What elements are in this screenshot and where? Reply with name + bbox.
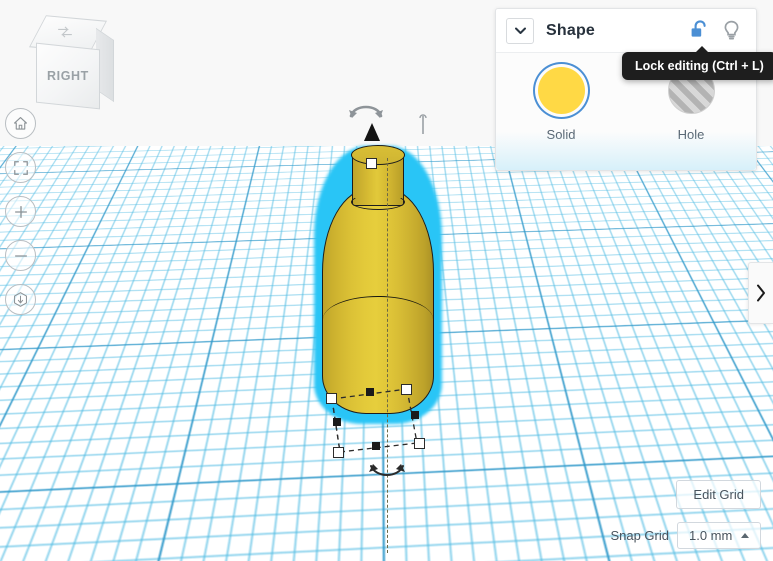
expand-right-panel-button[interactable]: [748, 262, 773, 324]
home-icon: [12, 115, 29, 132]
height-cone-handle[interactable]: [364, 123, 380, 141]
bottle-shape[interactable]: [318, 150, 438, 420]
corner-scale-handle[interactable]: [326, 393, 337, 404]
solid-fill-circle: [538, 67, 585, 114]
plus-icon: [13, 204, 29, 220]
snap-grid-label: Snap Grid: [610, 528, 669, 543]
zoom-out-button[interactable]: [5, 240, 36, 271]
light-toggle-button[interactable]: [718, 18, 744, 44]
corner-scale-handle[interactable]: [333, 447, 344, 458]
object-center-axis: [387, 158, 388, 553]
bottle-neck-bottom-ellipse: [351, 194, 405, 210]
view-cube[interactable]: RIGHT: [22, 12, 118, 108]
snap-grid-value: 1.0 mm: [689, 528, 732, 543]
corner-scale-handle[interactable]: [401, 384, 412, 395]
workplane-marker-handle[interactable]: [417, 112, 429, 136]
snap-grid-control: Snap Grid 1.0 mm: [610, 522, 761, 549]
home-orientation-icon: [56, 26, 74, 38]
lock-editing-button[interactable]: [686, 18, 712, 44]
fit-to-screen-icon: [13, 160, 29, 176]
shape-panel-header: Shape: [496, 9, 756, 53]
chevron-right-icon: [756, 284, 766, 302]
caret-up-icon: [741, 533, 749, 538]
shape-inspector-panel[interactable]: Shape Solid Hole: [495, 8, 757, 171]
edge-scale-handle[interactable]: [333, 418, 341, 426]
panel-bottom-gradient: [496, 132, 756, 170]
top-scale-handle[interactable]: [366, 158, 377, 169]
unlocked-padlock-icon: [690, 20, 709, 41]
fit-view-button[interactable]: [5, 152, 36, 183]
lock-editing-tooltip: Lock editing (Ctrl + L): [622, 52, 773, 80]
chevron-down-icon: [515, 27, 526, 34]
rotate-handle-bottom[interactable]: [368, 462, 406, 482]
view-tool-rail: [5, 108, 35, 328]
cube-arrow-icon: [12, 291, 29, 308]
collapse-panel-button[interactable]: [506, 18, 534, 44]
view-cube-front-face[interactable]: RIGHT: [36, 43, 100, 110]
edge-scale-handle[interactable]: [372, 442, 380, 450]
ortho-perspective-button[interactable]: [5, 284, 36, 315]
corner-scale-handle[interactable]: [414, 438, 425, 449]
app-viewport-root: RIGHT Shape Lock editing (Ctrl + L) Edit…: [0, 0, 773, 561]
edit-grid-button[interactable]: Edit Grid: [676, 480, 761, 509]
view-cube-face-label: RIGHT: [47, 69, 89, 83]
bottle-neck-top-ellipse: [351, 145, 405, 165]
rotate-handle-top[interactable]: [348, 100, 384, 120]
edge-scale-handle[interactable]: [411, 411, 419, 419]
lightbulb-icon: [723, 20, 740, 41]
minus-icon: [13, 248, 29, 264]
zoom-in-button[interactable]: [5, 196, 36, 227]
snap-grid-select[interactable]: 1.0 mm: [677, 522, 761, 549]
panel-title: Shape: [546, 22, 595, 40]
home-view-button[interactable]: [5, 108, 36, 139]
solid-swatch-option[interactable]: Solid: [496, 67, 626, 142]
edge-scale-handle[interactable]: [366, 388, 374, 396]
